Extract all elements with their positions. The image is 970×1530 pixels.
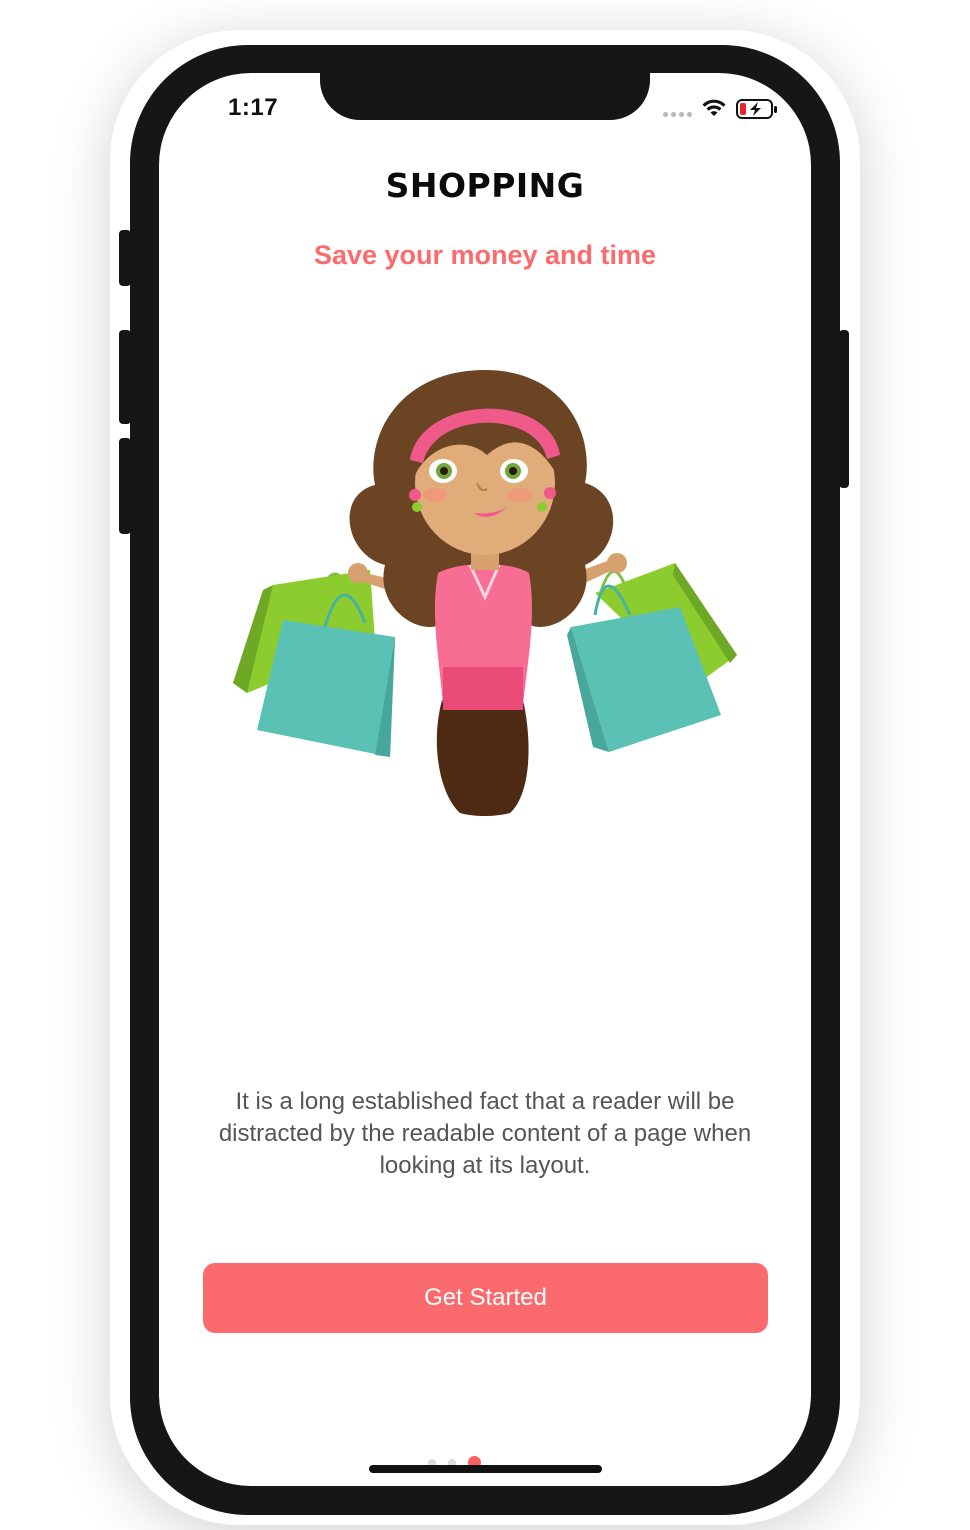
signal-dots-icon: [663, 112, 693, 118]
wifi-icon: [702, 99, 726, 116]
page-subtitle: Save your money and time: [313, 240, 657, 270]
page-title: SHOPPING: [385, 166, 585, 205]
home-indicator[interactable]: [369, 1465, 602, 1473]
shopping-girl-illustration: [233, 370, 737, 816]
notch: [320, 60, 650, 120]
power-button: [839, 330, 849, 488]
status-time: 1:17: [228, 94, 279, 121]
onboarding-description: It is a long established fact that a rea…: [218, 1088, 752, 1179]
device-stage: 1:17 SHOPPING Save your money and time I…: [0, 0, 970, 1530]
get-started-button[interactable]: Get Started: [203, 1263, 768, 1333]
battery-charging-icon: [736, 99, 777, 119]
